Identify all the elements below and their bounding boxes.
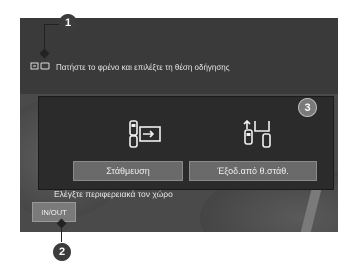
parking-mode-panel: Στάθμευση Έξοδ.από θ.στάθ. <box>38 96 334 190</box>
notice-text: Πατήστε το φρένο και επιλέξτε τη θέση οδ… <box>56 62 230 72</box>
park-button[interactable]: Στάθμευση <box>73 161 183 181</box>
exit-parking-button[interactable]: Έξοδ.από θ.στάθ. <box>189 161 317 181</box>
notice-row: Πατήστε το φρένο και επιλέξτε τη θέση οδ… <box>30 58 230 76</box>
callout-1: 1 <box>59 14 77 32</box>
display-screen: Πατήστε το φρένο και επιλέξτε τη θέση οδ… <box>20 18 338 232</box>
parallel-park-in-icon <box>127 119 163 154</box>
in-out-button[interactable]: IN/OUT <box>32 202 76 222</box>
callout-2: 2 <box>53 243 71 261</box>
check-surroundings-text: Ελέγξτε περιφερειακά τον χώρο <box>54 189 173 199</box>
callout-2-leader <box>61 226 62 242</box>
car-brake-warning-icon <box>30 58 50 76</box>
parallel-park-out-icon <box>241 117 277 154</box>
callout-3: 3 <box>298 98 317 117</box>
